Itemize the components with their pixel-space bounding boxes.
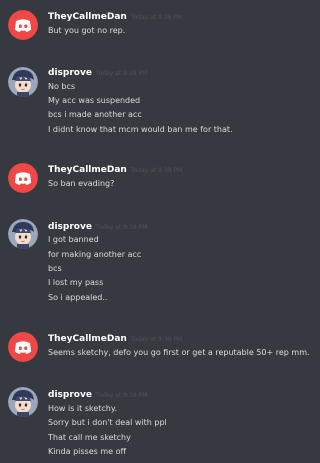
discord-logo-icon[interactable]: [8, 163, 38, 193]
discord-logo-icon[interactable]: [8, 332, 38, 362]
author-name[interactable]: disprove: [48, 68, 92, 78]
chat-messages: TheyCallmeDan Today at 9:38 PM But you go…: [0, 0, 318, 463]
message-line: bcs i made another acc: [48, 110, 142, 119]
message-group: TheyCallmeDan Today at 9:38 PM But you go…: [0, 0, 318, 50]
message-timestamp: Today at 9:39 PM: [95, 224, 148, 231]
message-timestamp: Today at 9:39 PM: [130, 167, 183, 174]
message-author[interactable]: TheyCallmeDan Today at 9:39 PM: [48, 164, 182, 177]
message-line: Sorry but i don't deal with ppl: [48, 418, 167, 427]
author-name[interactable]: TheyCallmeDan: [48, 12, 127, 22]
message-line: I lost my pass: [48, 278, 104, 287]
message-author[interactable]: TheyCallmeDan Today at 9:39 PM: [48, 333, 182, 346]
message-line: for making another acc: [48, 250, 142, 259]
message-author[interactable]: disprove Today at 9:39 PM: [48, 389, 147, 402]
message-author[interactable]: disprove Today at 9:38 PM: [48, 67, 147, 80]
message-author[interactable]: disprove Today at 9:39 PM: [48, 221, 147, 234]
discord-logo-icon[interactable]: [8, 10, 38, 40]
message-timestamp: Today at 9:38 PM: [95, 70, 148, 77]
anime-character-avatar-icon[interactable]: [8, 219, 38, 249]
message-author[interactable]: TheyCallmeDan Today at 9:38 PM: [48, 11, 182, 24]
message-line: That call me sketchy: [48, 433, 131, 442]
message-timestamp: Today at 9:39 PM: [130, 336, 183, 343]
author-name[interactable]: disprove: [48, 390, 92, 400]
anime-character-avatar-icon[interactable]: [8, 67, 38, 97]
message-timestamp: Today at 9:38 PM: [130, 14, 183, 21]
message-line: So ban evading?: [48, 179, 115, 188]
message-line: Kinda pisses me off: [48, 447, 126, 456]
message-line: bcs: [48, 264, 62, 273]
anime-character-avatar-icon[interactable]: [8, 387, 38, 417]
message-line: I didnt know that mcm would ban me for t…: [48, 125, 233, 134]
message-line: Seems sketchy, defo you go first or get …: [48, 348, 310, 357]
message-line: I got banned: [48, 235, 99, 244]
author-name[interactable]: disprove: [48, 222, 92, 232]
message-line: So i appealed..: [48, 293, 108, 302]
author-name[interactable]: TheyCallmeDan: [48, 334, 127, 344]
message-line: No bcs: [48, 82, 76, 91]
message-timestamp: Today at 9:39 PM: [95, 392, 148, 399]
message-line: My acc was suspended: [48, 96, 141, 105]
message-line: How is it sketchy.: [48, 404, 118, 413]
message-line: But you got no rep.: [48, 26, 126, 35]
author-name[interactable]: TheyCallmeDan: [48, 165, 127, 175]
